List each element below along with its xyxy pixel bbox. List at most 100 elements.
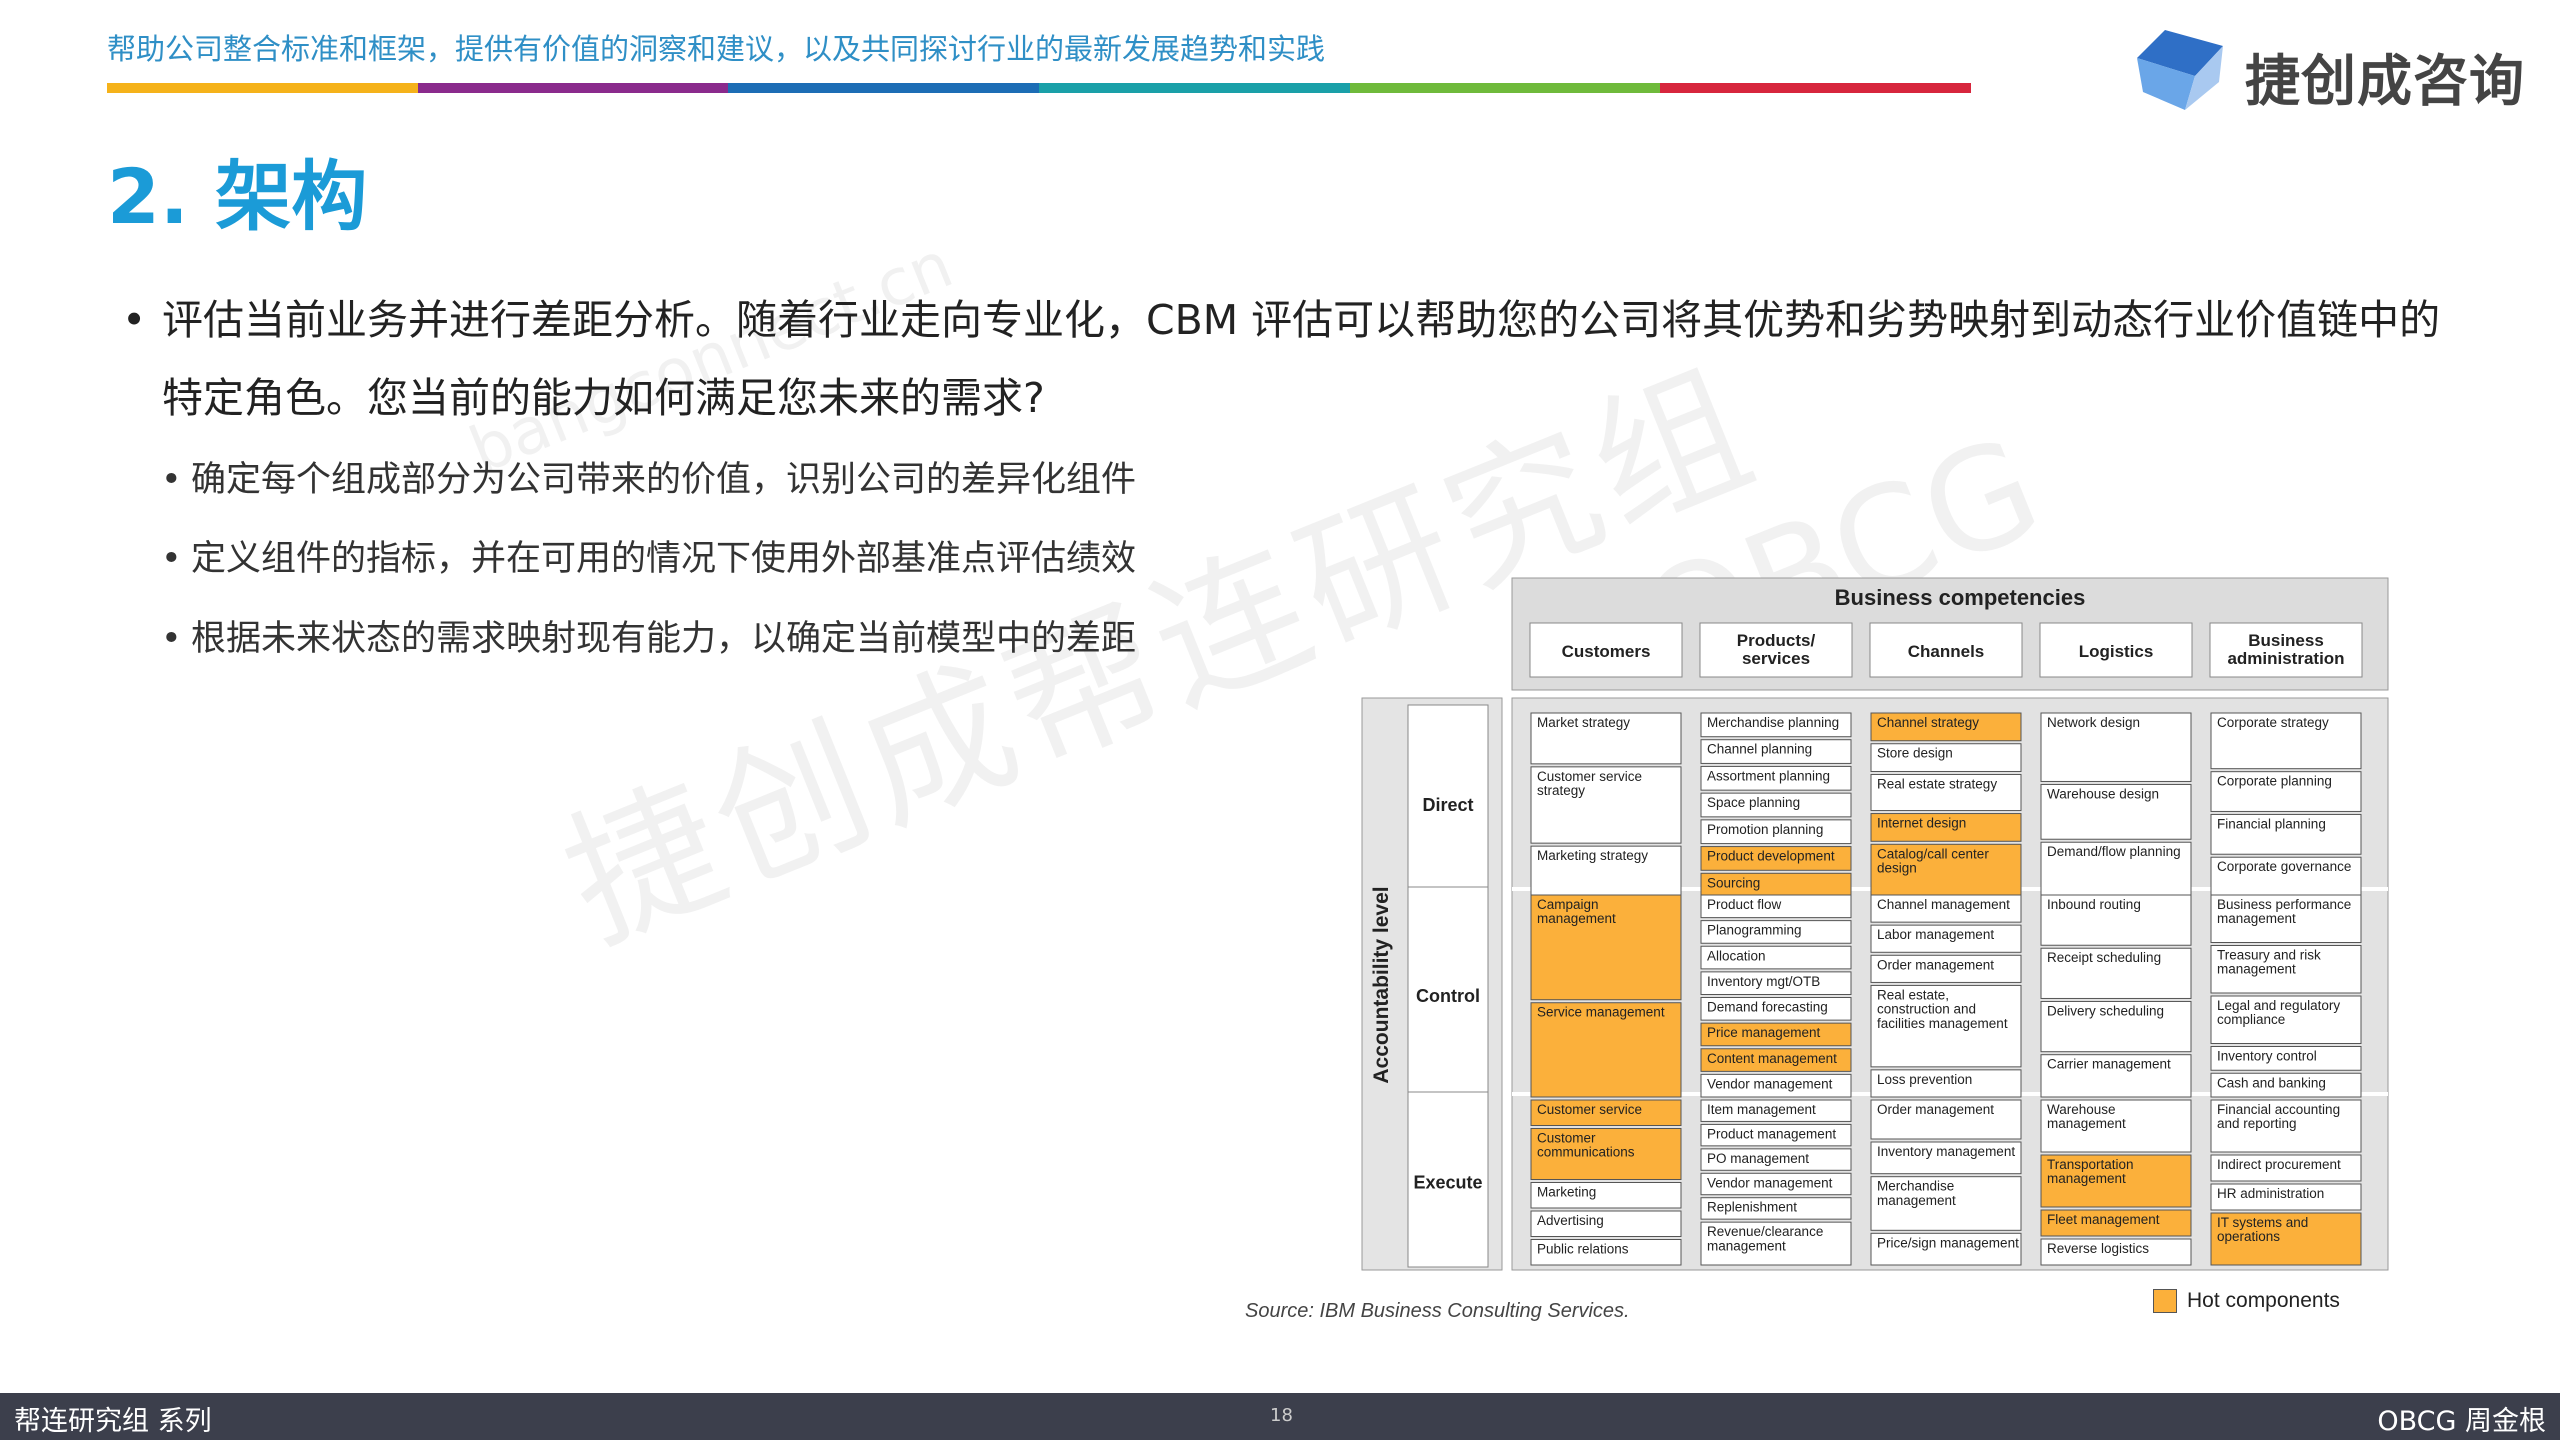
- competency-cell-label: Marketing: [1537, 1185, 1596, 1200]
- competency-cell-label: Corporate governance: [2217, 859, 2351, 874]
- competency-cell-label: Carrier management: [2047, 1057, 2171, 1072]
- competency-cell-label: Allocation: [1707, 948, 1766, 963]
- row-label: Execute: [1413, 1173, 1482, 1193]
- business-competencies-diagram: Business competencies Customers Products/s…: [1360, 575, 2390, 1275]
- competency-cell-label: Assortment planning: [1707, 768, 1830, 783]
- competency-cell-label: Channel planning: [1707, 742, 1812, 757]
- competency-cell-label: Internet design: [1877, 816, 1966, 831]
- competency-cell-label: Promotion planning: [1707, 822, 1823, 837]
- competency-cell-label: Vendor management: [1707, 1175, 1833, 1190]
- competency-cell-label: Content management: [1707, 1051, 1837, 1066]
- competency-cell-label: Corporate planning: [2217, 774, 2332, 789]
- column-header-label: Channels: [1908, 642, 1985, 661]
- competency-cell-label: Sourcing: [1707, 875, 1760, 890]
- main-bullet-text: 评估当前业务并进行差距分析。随着行业走向专业化，CBM 评估可以帮助您的公司将其…: [162, 296, 2441, 422]
- competency-cell-label: Price management: [1707, 1025, 1821, 1040]
- competency-cell-label: Marketing strategy: [1537, 848, 1648, 863]
- stripe-segment: [417, 83, 729, 93]
- competency-cell-label: Product management: [1707, 1126, 1836, 1141]
- competency-cell-label: Financial planning: [2217, 816, 2326, 831]
- stripe-segment: [728, 83, 1040, 93]
- competency-cell-label: Replenishment: [1707, 1200, 1797, 1215]
- accountability-axis-label: Accountability level: [1370, 886, 1393, 1083]
- color-stripe-divider: [107, 83, 1972, 93]
- competency-cell-label: Inventory management: [1877, 1144, 2015, 1159]
- competency-cell-label: Merchandise management: [1877, 1179, 1956, 1208]
- competency-matrix-svg: Business competencies Customers Products/s…: [1361, 577, 2389, 1271]
- sub-bullet-text: 定义组件的指标，并在可用的情况下使用外部基准点评估绩效: [191, 539, 1137, 579]
- legend-label: Hot components: [2187, 1289, 2340, 1312]
- page-title: 2. 架构: [107, 152, 368, 241]
- competency-cell-label: PO management: [1707, 1151, 1809, 1166]
- bullet-dot-icon: •: [161, 460, 182, 500]
- stripe-segment: [107, 83, 418, 93]
- row-label: Control: [1416, 986, 1480, 1006]
- column-header-label: Logistics: [2079, 642, 2154, 661]
- competency-cell-label: Loss prevention: [1877, 1072, 1972, 1087]
- competency-cell-label: Product development: [1707, 849, 1835, 864]
- competency-cell-label: HR administration: [2217, 1186, 2324, 1201]
- competency-cell-label: Demand/flow planning: [2047, 844, 2181, 859]
- hot-components-legend: Hot components: [2153, 1289, 2340, 1313]
- footer-author: OBCG 周金根: [2377, 1406, 2546, 1437]
- competency-cell-label: Indirect procurement: [2217, 1157, 2341, 1172]
- row-label: Direct: [1422, 795, 1473, 815]
- competency-cell-label: Channel strategy: [1877, 715, 1979, 730]
- competency-cell-label: Fleet management: [2047, 1212, 2160, 1227]
- competency-cell-label: Inventory mgt/OTB: [1707, 974, 1820, 989]
- sub-bullet-text: 确定每个组成部分为公司带来的价值，识别公司的差异化组件: [191, 460, 1137, 500]
- sub-bullet: • 根据未来状态的需求映射现有能力，以确定当前模型中的差距: [161, 610, 1136, 661]
- source-note: Source: IBM Business Consulting Services…: [1245, 1300, 1630, 1322]
- column-header-label: Customers: [1562, 642, 1651, 661]
- competency-cell-label: Warehouse design: [2047, 786, 2159, 801]
- competency-cell-label: Space planning: [1707, 795, 1800, 810]
- cube-logo-icon: [2137, 30, 2223, 110]
- competency-cell-label: Reverse logistics: [2047, 1241, 2149, 1256]
- page-number: 18: [1270, 1405, 1293, 1426]
- competency-cell-label: Cash and banking: [2217, 1075, 2326, 1090]
- competency-cell-label: Real estate strategy: [1877, 776, 1997, 791]
- sub-bullet-text: 根据未来状态的需求映射现有能力，以确定当前模型中的差距: [191, 619, 1137, 659]
- competency-cell-label: Delivery scheduling: [2047, 1003, 2164, 1018]
- competency-cell-label: Merchandise planning: [1707, 715, 1839, 730]
- competency-cell-label: Order management: [1877, 1102, 1994, 1117]
- sub-bullet: • 定义组件的指标，并在可用的情况下使用外部基准点评估绩效: [161, 530, 1136, 581]
- competency-cell-label: Inbound routing: [2047, 897, 2141, 912]
- sub-bullet: • 确定每个组成部分为公司带来的价值，识别公司的差异化组件: [161, 451, 1136, 502]
- stripe-segment: [1349, 83, 1661, 93]
- competency-cell-label: Vendor management: [1707, 1076, 1833, 1091]
- competency-cell-label: Service management: [1537, 1005, 1665, 1020]
- competency-cell-label: Market strategy: [1537, 715, 1630, 730]
- column-header-label: Products/services: [1737, 631, 1816, 668]
- competency-cell-label: Warehouse management: [2047, 1102, 2126, 1131]
- header-tagline: 帮助公司整合标准和框架，提供有价值的洞察和建议，以及共同探讨行业的最新发展趋势和…: [107, 32, 1326, 66]
- competency-cell-label: Channel management: [1877, 897, 2010, 912]
- footer-series: 帮连研究组 系列: [14, 1406, 212, 1437]
- stripe-segment: [1039, 83, 1350, 93]
- competency-cell-label: Network design: [2047, 715, 2140, 730]
- competency-cell-label: Advertising: [1537, 1213, 1604, 1228]
- bullet-dot-icon: •: [161, 539, 182, 579]
- competency-cell-label: Order management: [1877, 957, 1994, 972]
- competency-cell-label: Customer service: [1537, 1102, 1642, 1117]
- competency-cell-label: Corporate strategy: [2217, 715, 2329, 730]
- bullet-dot-icon: •: [122, 296, 147, 344]
- footer-bar: 帮连研究组 系列 18 OBCG 周金根: [0, 1393, 2560, 1440]
- figure-title: Business competencies: [1835, 585, 2086, 610]
- competency-cell-label: Public relations: [1537, 1242, 1629, 1257]
- competency-cell-label: Receipt scheduling: [2047, 950, 2161, 965]
- legend-swatch: [2153, 1289, 2177, 1313]
- competency-cell-label: Labor management: [1877, 927, 1994, 942]
- stripe-segment: [1660, 83, 1972, 93]
- bullet-dot-icon: •: [161, 619, 182, 659]
- logo-text: 捷创成咨询: [2245, 49, 2526, 113]
- competency-cell-label: Transportation management: [2047, 1157, 2134, 1186]
- company-logo: 捷创成咨询: [2135, 28, 2535, 113]
- competency-cell-label: Item management: [1707, 1102, 1816, 1117]
- competency-cell-label: Product flow: [1707, 897, 1782, 912]
- competency-cell-label: Inventory control: [2217, 1049, 2317, 1064]
- competency-cell-label: Store design: [1877, 746, 1953, 761]
- competency-cell-label: Planogramming: [1707, 923, 1802, 938]
- main-bullet: • 评估当前业务并进行差距分析。随着行业走向专业化，CBM 评估可以帮助您的公司…: [122, 281, 2452, 437]
- competency-cell-label: Price/sign management: [1877, 1235, 2019, 1250]
